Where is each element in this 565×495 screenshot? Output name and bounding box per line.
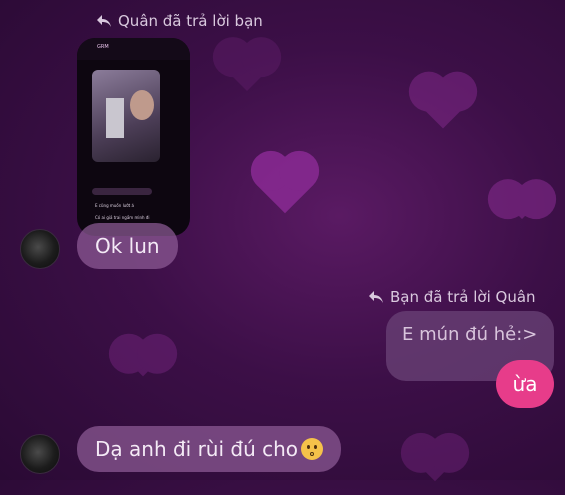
avatar[interactable] [20,434,60,474]
received-message-bubble[interactable]: Ok lun [77,223,178,269]
thumbnail-photo [92,70,160,162]
heart-decoration [413,438,457,482]
message-text: ừa [512,372,538,396]
reply-header: Quân đã trả lời bạn [96,12,263,30]
message-text: Dạ anh đi rùi đú cho [95,437,299,461]
thumbnail-header [77,38,190,60]
thumbnail-title: GRM [97,44,109,50]
sent-message-bubble[interactable]: ừa [496,360,554,408]
heart-decoration [124,339,162,377]
thumbnail-text: Có ai giả trai ngầm mình đi [95,215,150,220]
quoted-text: E mún đú hẻ:> [402,324,538,345]
reply-arrow-icon [369,291,383,303]
reply-header: Bạn đã trả lời Quân [368,288,536,306]
shared-image-thumbnail[interactable]: GRM E cũng muốn lướt á Có ai giả trai ng… [77,38,190,236]
received-message-bubble[interactable]: Dạ anh đi rùi đú cho [77,426,342,472]
heart-decoration [256,156,314,214]
kissing-face-emoji-icon [301,438,324,460]
heart-decoration [222,42,272,92]
thumbnail-text: E cũng muốn lướt á [95,203,134,208]
heart-decoration [505,185,539,219]
thumbnail-line [92,188,152,195]
message-text: Ok lun [95,234,160,258]
reply-header-text: Bạn đã trả lời Quân [390,288,536,306]
heart-decoration [417,77,469,129]
avatar[interactable] [20,229,60,269]
reply-header-text: Quân đã trả lời bạn [118,12,263,30]
reply-arrow-icon [97,15,111,27]
